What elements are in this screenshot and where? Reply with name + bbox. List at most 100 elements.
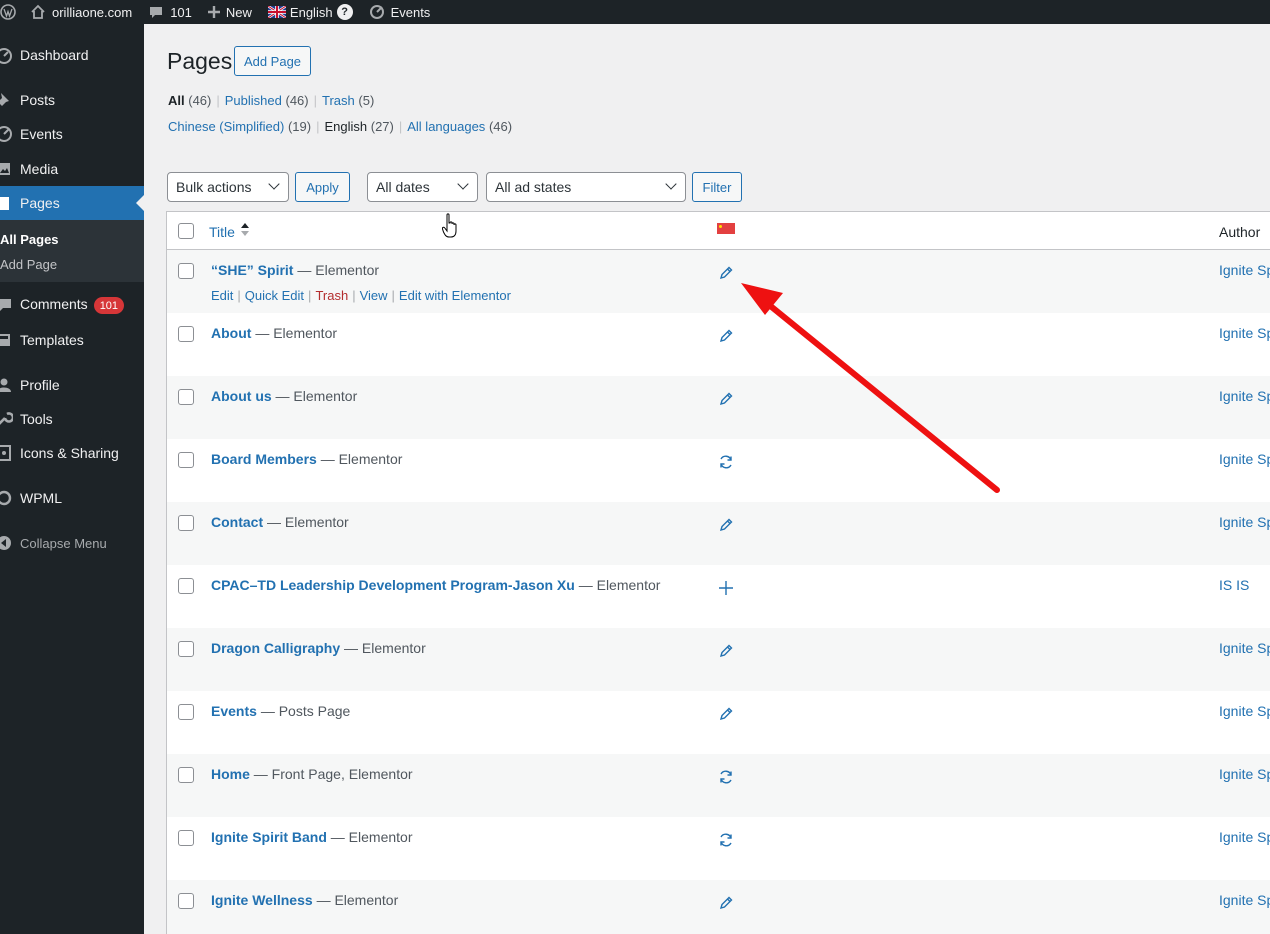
language-switcher[interactable]: English ? (260, 0, 361, 24)
row-checkbox[interactable] (178, 452, 194, 468)
page-state: — Elementor (330, 829, 413, 845)
menu-pages[interactable]: Pages (0, 186, 144, 220)
pencil-icon[interactable] (717, 264, 735, 282)
pencil-icon[interactable] (717, 390, 735, 408)
pencil-icon[interactable] (717, 894, 735, 912)
menu-events[interactable]: Events (0, 117, 144, 151)
menu-label: Icons & Sharing (20, 445, 119, 461)
menu-label: Dashboard (20, 47, 89, 63)
menu-templates[interactable]: Templates (0, 323, 144, 357)
row-title: Home — Front Page, Elementor (211, 766, 413, 782)
row-checkbox[interactable] (178, 389, 194, 405)
page-title-link[interactable]: Ignite Spirit Band (211, 829, 327, 845)
author-link[interactable]: Ignite Sp (1219, 514, 1270, 530)
site-name-link[interactable]: orilliaone.com (22, 0, 140, 24)
comments-link[interactable]: 101 (140, 0, 200, 24)
page-title-link[interactable]: Board Members (211, 451, 317, 467)
pencil-icon[interactable] (717, 642, 735, 660)
row-checkbox[interactable] (178, 830, 194, 846)
select-all-checkbox[interactable] (178, 223, 194, 239)
submenu-all-pages[interactable]: All Pages (0, 232, 59, 247)
menu-media[interactable]: Media (0, 152, 144, 186)
edit-link[interactable]: Edit (211, 288, 233, 303)
view-link[interactable]: View (360, 288, 388, 303)
filter-trash[interactable]: Trash (322, 93, 355, 108)
author-link[interactable]: Ignite Sp (1219, 451, 1270, 467)
sync-icon[interactable] (717, 768, 735, 786)
row-checkbox[interactable] (178, 767, 194, 783)
pencil-icon[interactable] (717, 327, 735, 345)
page-title-link[interactable]: Contact (211, 514, 263, 530)
author-link[interactable]: Ignite Sp (1219, 640, 1270, 656)
filter-all[interactable]: All (46) (168, 93, 211, 108)
table-row: About — Elementor Ignite Sp (167, 313, 1270, 376)
language-filters: Chinese (Simplified) (19) | English (27) | A… (168, 119, 513, 134)
apply-button[interactable]: Apply (295, 172, 350, 202)
author-link[interactable]: Ignite Sp (1219, 766, 1270, 782)
menu-comments[interactable]: Comments 101 (0, 288, 144, 322)
menu-icons-sharing[interactable]: Icons & Sharing (0, 436, 144, 470)
row-checkbox[interactable] (178, 578, 194, 594)
lang-english[interactable]: English (27) (324, 119, 393, 134)
submenu-add-page[interactable]: Add Page (0, 257, 57, 272)
column-title[interactable]: Title (209, 224, 235, 240)
menu-profile[interactable]: Profile (0, 368, 144, 402)
author-link[interactable]: IS IS (1219, 577, 1249, 593)
edit-with-elementor-link[interactable]: Edit with Elementor (399, 288, 511, 303)
quick-edit-link[interactable]: Quick Edit (245, 288, 304, 303)
row-checkbox[interactable] (178, 326, 194, 342)
row-checkbox[interactable] (178, 893, 194, 909)
author-link[interactable]: Ignite Sp (1219, 892, 1270, 908)
add-page-button[interactable]: Add Page (234, 46, 311, 76)
lang-all[interactable]: All languages (407, 119, 485, 134)
filter-button[interactable]: Filter (692, 172, 742, 202)
chevron-down-icon (665, 178, 677, 190)
help-icon[interactable]: ? (336, 4, 353, 20)
page-title-link[interactable]: Home (211, 766, 250, 782)
sync-icon[interactable] (717, 453, 735, 471)
author-link[interactable]: Ignite Sp (1219, 325, 1270, 341)
table-row: Board Members — Elementor Ignite Sp (167, 439, 1270, 502)
ad-states-select[interactable]: All ad states (486, 172, 686, 202)
page-title-link[interactable]: Dragon Calligraphy (211, 640, 340, 656)
menu-dashboard[interactable]: Dashboard (0, 38, 144, 72)
author-link[interactable]: Ignite Sp (1219, 262, 1270, 278)
page-title-link[interactable]: “SHE” Spirit (211, 262, 293, 278)
author-link[interactable]: Ignite Sp (1219, 388, 1270, 404)
row-checkbox[interactable] (178, 641, 194, 657)
events-link[interactable]: Events (361, 0, 439, 24)
filter-published[interactable]: Published (225, 93, 282, 108)
new-content-link[interactable]: New (200, 0, 260, 24)
menu-label: Posts (20, 92, 56, 108)
page-title-link[interactable]: About (211, 325, 251, 341)
menu-wpml[interactable]: WPML (0, 481, 144, 515)
bulk-actions-select[interactable]: Bulk actions (167, 172, 289, 202)
sort-icon[interactable] (241, 223, 249, 237)
admin-sidebar: Dashboard Posts Events Media Pages All P… (0, 24, 144, 934)
pencil-icon[interactable] (717, 516, 735, 534)
collapse-menu-button[interactable]: Collapse Menu (0, 526, 144, 560)
row-checkbox[interactable] (178, 263, 194, 279)
lang-chinese-count: (19) (287, 119, 312, 134)
sync-icon[interactable] (717, 831, 735, 849)
plus-icon[interactable] (717, 579, 735, 597)
lang-chinese[interactable]: Chinese (Simplified) (168, 119, 284, 134)
wordpress-logo-icon[interactable] (0, 0, 22, 24)
pages-table: Title Author “SHE” Spirit — Elementor Ed… (166, 211, 1270, 934)
page-title-link[interactable]: Ignite Wellness (211, 892, 313, 908)
menu-tools[interactable]: Tools (0, 402, 144, 436)
dates-select[interactable]: All dates (367, 172, 478, 202)
row-checkbox[interactable] (178, 704, 194, 720)
row-checkbox[interactable] (178, 515, 194, 531)
page-title-link[interactable]: CPAC–TD Leadership Development Program-J… (211, 577, 575, 593)
menu-posts[interactable]: Posts (0, 83, 144, 117)
filter-published-label: Published (224, 93, 282, 108)
page-title-link[interactable]: Events (211, 703, 257, 719)
trash-link[interactable]: Trash (315, 288, 348, 303)
author-link[interactable]: Ignite Sp (1219, 703, 1270, 719)
pencil-icon[interactable] (717, 705, 735, 723)
author-link[interactable]: Ignite Sp (1219, 829, 1270, 845)
page-icon (0, 193, 14, 213)
page-title-link[interactable]: About us (211, 388, 272, 404)
menu-label: Media (20, 161, 59, 177)
